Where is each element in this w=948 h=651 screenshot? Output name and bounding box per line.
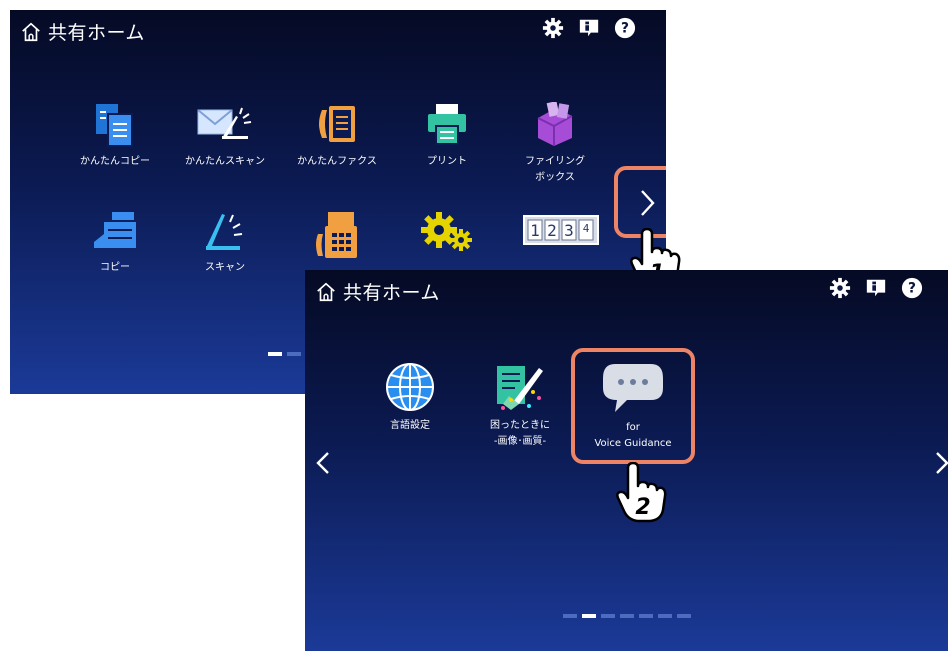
help-icon[interactable]: ?: [901, 277, 923, 299]
info-icon[interactable]: [865, 277, 887, 299]
page-dot-6: [658, 614, 672, 618]
app-scan[interactable]: スキャン: [170, 210, 280, 276]
easy-fax-icon: [319, 106, 355, 142]
page-dot-3: [601, 614, 615, 618]
pointing-hand-step-2-icon: 2: [616, 462, 667, 523]
easy-copy-icon: [96, 104, 133, 147]
header-icons: ?: [829, 277, 923, 299]
app-label: スキャン: [205, 262, 245, 273]
speech-bubble-icon: [603, 364, 663, 412]
svg-text:1: 1: [530, 221, 540, 240]
app-troubleshooting[interactable]: 困ったときに -画像･画質-: [465, 362, 575, 450]
svg-text:?: ?: [621, 21, 629, 37]
app-print[interactable]: プリント: [392, 102, 502, 170]
print-icon: [428, 104, 466, 145]
page-dot-1: [268, 352, 282, 356]
app-label: ファイリング ボックス: [525, 156, 585, 183]
svg-text:?: ?: [908, 281, 916, 297]
page-title: 共有ホーム: [48, 22, 145, 44]
app-filing-box[interactable]: ファイリング ボックス: [500, 102, 610, 186]
page-dot-5: [639, 614, 653, 618]
app-easy-scan[interactable]: かんたんスキャン: [170, 102, 280, 170]
app-easy-fax[interactable]: かんたんファクス: [282, 102, 392, 170]
fax-icon: [316, 212, 357, 258]
page-indicator: [563, 614, 691, 618]
app-copy[interactable]: コピー: [60, 210, 170, 276]
svg-text:3: 3: [564, 221, 574, 240]
app-language-settings[interactable]: 言語設定: [355, 362, 465, 434]
page-dot-7: [677, 614, 691, 618]
app-label: かんたんコピー: [80, 156, 150, 167]
app-label: 言語設定: [390, 420, 430, 431]
help-icon[interactable]: ?: [614, 17, 636, 39]
home-header: 共有ホーム: [315, 278, 440, 305]
gear-icon[interactable]: [542, 17, 564, 39]
page-indicator: [268, 352, 301, 356]
app-label: 困ったときに -画像･画質-: [490, 420, 550, 447]
app-counter[interactable]: 1234: [506, 214, 616, 252]
page-title: 共有ホーム: [343, 282, 440, 304]
home-icon[interactable]: [20, 21, 42, 43]
app-label: for Voice Guidance: [594, 422, 672, 449]
svg-text:4: 4: [583, 222, 590, 235]
counter-icon: 1234: [523, 215, 599, 245]
svg-text:2: 2: [547, 221, 557, 240]
easy-scan-icon: [197, 107, 252, 139]
copy-icon: [94, 212, 136, 248]
app-easy-copy[interactable]: かんたんコピー: [60, 102, 170, 170]
next-page-arrow-icon[interactable]: [638, 188, 658, 218]
app-label: かんたんスキャン: [185, 156, 265, 167]
header-icons: ?: [542, 17, 636, 39]
next-page-arrow-icon[interactable]: [933, 450, 948, 476]
app-label: コピー: [100, 262, 130, 273]
app-label: かんたんファクス: [297, 156, 377, 167]
app-settings[interactable]: [392, 210, 502, 260]
page-dot-4: [620, 614, 634, 618]
info-icon[interactable]: [578, 17, 600, 39]
app-voice-guidance[interactable]: for Voice Guidance: [578, 362, 688, 452]
step-2-number: 2: [635, 495, 650, 520]
settings-gears-icon: [421, 212, 472, 251]
app-fax[interactable]: [282, 210, 392, 266]
home-icon[interactable]: [315, 281, 337, 303]
filing-box-icon: [537, 102, 573, 146]
page-dot-2: [582, 614, 596, 618]
app-label: プリント: [427, 156, 467, 167]
page-dot-1: [563, 614, 577, 618]
troubleshoot-icon: [497, 366, 543, 410]
globe-icon: [386, 363, 434, 411]
scan-icon: [206, 214, 243, 250]
home-screen-page-2: 共有ホーム ? 言語設定 困ったときに -画像･画質- for Voice Gu…: [305, 270, 948, 651]
page-dot-2: [287, 352, 301, 356]
previous-page-arrow-icon[interactable]: [313, 450, 333, 476]
gear-icon[interactable]: [829, 277, 851, 299]
home-header: 共有ホーム: [20, 18, 145, 45]
